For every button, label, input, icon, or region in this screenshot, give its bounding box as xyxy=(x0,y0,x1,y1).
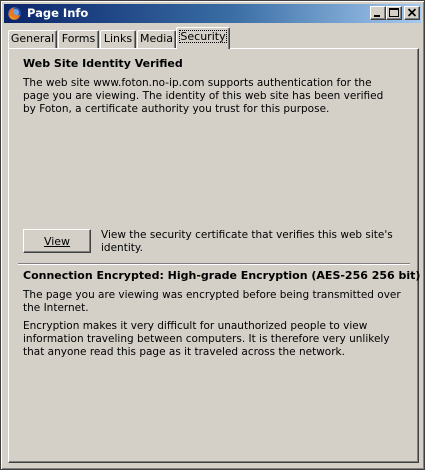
maximize-button[interactable] xyxy=(386,6,402,20)
section-divider xyxy=(18,263,410,265)
encryption-paragraph-2: Encryption makes it very difficult for u… xyxy=(23,320,390,358)
tab-label: Security xyxy=(179,30,227,43)
window-title: Page Info xyxy=(27,6,89,20)
tab-general[interactable]: General xyxy=(8,30,57,48)
identity-heading: Web Site Identity Verified xyxy=(23,57,183,70)
tab-label: Links xyxy=(103,32,133,45)
minimize-icon xyxy=(374,15,380,17)
tab-label: General xyxy=(10,32,55,45)
maximize-icon xyxy=(389,8,399,17)
view-certificate-button[interactable]: View xyxy=(23,229,91,253)
tab-strip: General Forms Links Media Security xyxy=(8,27,421,49)
close-button[interactable] xyxy=(404,6,420,20)
encryption-paragraph-1: The page you are viewing was encrypted b… xyxy=(23,289,401,314)
firefox-icon xyxy=(7,6,22,21)
close-icon xyxy=(407,8,417,17)
title-bar[interactable]: Page Info xyxy=(4,4,421,23)
view-certificate-description: View the security certificate that verif… xyxy=(101,229,393,254)
encryption-heading: Connection Encrypted: High-grade Encrypt… xyxy=(23,269,421,282)
tab-media[interactable]: Media xyxy=(137,30,176,48)
tab-security[interactable]: Security xyxy=(176,27,230,49)
page-info-window: Page Info General Forms Links Media Secu… xyxy=(0,0,425,470)
identity-description: The web site www.foton.no-ip.com support… xyxy=(23,77,384,115)
tab-label: Forms xyxy=(61,32,96,45)
view-button-label: View xyxy=(43,234,71,248)
security-panel: Web Site Identity Verified The web site … xyxy=(8,48,421,463)
minimize-button[interactable] xyxy=(370,6,386,20)
tab-forms[interactable]: Forms xyxy=(58,30,99,48)
tab-links[interactable]: Links xyxy=(100,30,136,48)
tab-label: Media xyxy=(139,32,174,45)
